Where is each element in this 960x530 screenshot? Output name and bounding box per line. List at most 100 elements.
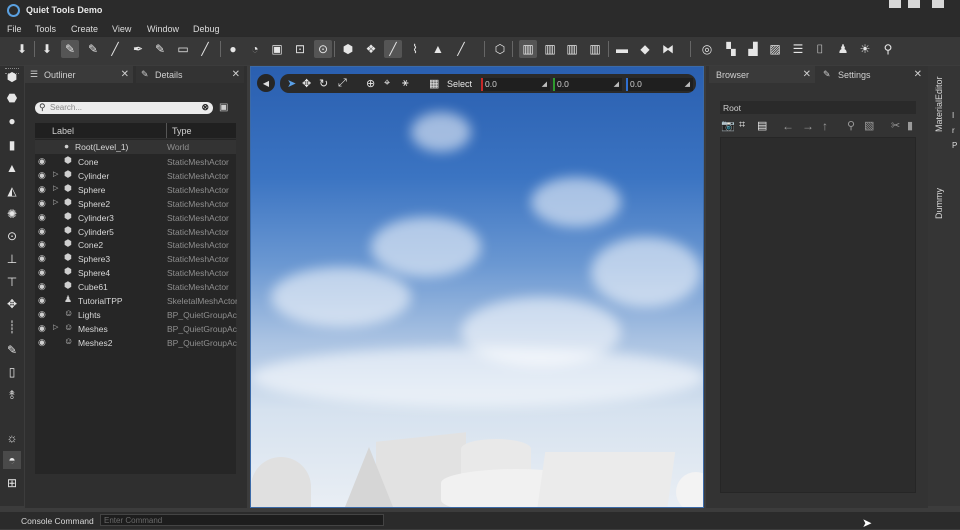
- minimize-button[interactable]: [889, 0, 901, 8]
- zoom-icon[interactable]: ⚲: [879, 40, 897, 58]
- up-arrow-icon[interactable]: ↑: [822, 119, 828, 133]
- move-tool-icon[interactable]: ⊡: [291, 40, 309, 58]
- cylinder-icon[interactable]: ⬣: [3, 89, 21, 107]
- visibility-eye-icon[interactable]: ◉: [38, 156, 46, 167]
- pen-icon[interactable]: ✒: [129, 40, 147, 58]
- list-icon[interactable]: ☰: [789, 40, 807, 58]
- mesh-tool-icon[interactable]: ⊙: [314, 40, 332, 58]
- back-arrow-icon[interactable]: ←: [782, 119, 794, 133]
- outliner-root-row[interactable]: ● Root(Level_1) World: [35, 140, 236, 154]
- visibility-eye-icon[interactable]: ◉: [38, 239, 46, 250]
- select-box-icon[interactable]: ▣: [268, 40, 286, 58]
- tab-material-editor[interactable]: MaterialEditor: [934, 76, 944, 132]
- visibility-eye-icon[interactable]: ◉: [38, 337, 46, 348]
- stepper-icon[interactable]: ◢: [614, 78, 619, 91]
- visibility-eye-icon[interactable]: ◉: [38, 323, 46, 334]
- marker-icon[interactable]: ✎: [151, 40, 169, 58]
- visibility-eye-icon[interactable]: ◉: [38, 226, 46, 237]
- outliner-row[interactable]: ◉ ▷ ⬢ Cylinder StaticMeshActor: [35, 169, 236, 183]
- tab-settings[interactable]: ✎ Settings ✕: [818, 66, 926, 83]
- coord-y-field[interactable]: 0.0 ◢: [553, 78, 622, 91]
- menu-file[interactable]: File: [7, 24, 22, 34]
- expand-arrow-icon[interactable]: ▷: [53, 170, 58, 178]
- visibility-eye-icon[interactable]: ◉: [38, 295, 46, 306]
- align-center-icon[interactable]: ▥: [541, 40, 559, 58]
- outliner-row[interactable]: ◉ ▷ ⬢ Sphere2 StaticMeshActor: [35, 197, 236, 211]
- outliner-row[interactable]: ◉ ⬢ Sphere3 StaticMeshActor: [35, 252, 236, 266]
- folder-add-icon[interactable]: ▣: [219, 102, 231, 114]
- crop-icon[interactable]: ⌗: [739, 119, 745, 132]
- eraser-icon[interactable]: ▭: [174, 40, 192, 58]
- clear-search-icon[interactable]: ⊗: [201, 102, 209, 113]
- fill-icon[interactable]: ▲: [429, 40, 447, 58]
- candle-icon[interactable]: ⥉: [3, 386, 21, 404]
- align-right-icon[interactable]: ▥: [563, 40, 581, 58]
- visibility-eye-icon[interactable]: ◉: [38, 212, 46, 223]
- close-icon[interactable]: ✕: [914, 69, 922, 80]
- select-mode-label[interactable]: Select: [447, 79, 472, 89]
- edit-icon[interactable]: ▧: [864, 119, 874, 132]
- pyramid-icon[interactable]: ◭: [3, 182, 21, 200]
- visibility-eye-icon[interactable]: ◉: [38, 281, 46, 292]
- visibility-eye-icon[interactable]: ◉: [38, 170, 46, 181]
- paint-icon[interactable]: ✎: [84, 40, 102, 58]
- visibility-eye-icon[interactable]: ◉: [38, 267, 46, 278]
- outliner-row[interactable]: ◉ ▷ ☺ Meshes BP_QuietGroupActor: [35, 322, 237, 336]
- lantern-icon[interactable]: ▯: [3, 363, 21, 381]
- delete-icon[interactable]: ▮: [907, 119, 913, 132]
- search-input[interactable]: ⚲ Search... ⊗: [35, 102, 213, 114]
- frame-icon[interactable]: ▨: [766, 40, 784, 58]
- brush-icon[interactable]: ✎: [61, 40, 79, 58]
- light-icon[interactable]: ☀: [856, 40, 874, 58]
- grid-icon[interactable]: ▦: [429, 77, 439, 90]
- browser-content[interactable]: [720, 137, 916, 493]
- save-icon[interactable]: ▤: [757, 119, 767, 132]
- grid-icon[interactable]: ▚: [722, 40, 740, 58]
- stepper-icon[interactable]: ◢: [542, 78, 547, 91]
- move-icon[interactable]: ✥: [302, 77, 311, 90]
- scale-icon[interactable]: ⤢: [338, 77, 347, 90]
- menu-tools[interactable]: Tools: [35, 24, 56, 34]
- mirror-icon[interactable]: ⧓: [659, 40, 677, 58]
- tab-browser[interactable]: Browser ✕: [709, 66, 815, 83]
- tab-dummy[interactable]: Dummy: [934, 188, 944, 219]
- dome-icon[interactable]: ◓: [3, 451, 21, 469]
- snap-icon[interactable]: ◆: [636, 40, 654, 58]
- smooth-icon[interactable]: ╱: [384, 40, 402, 58]
- figure-icon[interactable]: ♟: [834, 40, 852, 58]
- outliner-row[interactable]: ◉ ⬢ Sphere4 StaticMeshActor: [35, 266, 236, 280]
- spawn-icon[interactable]: ⬇: [13, 40, 31, 58]
- outliner-row[interactable]: ◉ ▷ ⬢ Sphere StaticMeshActor: [35, 183, 236, 197]
- expand-arrow-icon[interactable]: ▷: [53, 198, 58, 206]
- column-label[interactable]: Label: [52, 126, 74, 136]
- rotate-tool-icon[interactable]: ◔: [246, 40, 264, 58]
- pivot-icon[interactable]: ⚹: [402, 77, 409, 90]
- align-distribute-icon[interactable]: ▥: [586, 40, 604, 58]
- outliner-row[interactable]: ◉ ⬢ Cylinder3 StaticMeshActor: [35, 211, 236, 225]
- point-light-icon[interactable]: ✥: [3, 295, 21, 313]
- outliner-row[interactable]: ◉ ☺ Meshes2 BP_QuietGroupActor: [35, 336, 237, 350]
- cone-icon[interactable]: ▲: [3, 159, 21, 177]
- torch-icon[interactable]: ┊: [3, 318, 21, 336]
- scale-icon[interactable]: ▟: [744, 40, 762, 58]
- stepper-icon[interactable]: ◢: [685, 78, 690, 91]
- zoom-icon[interactable]: ⚲: [847, 119, 855, 132]
- settings-gear-icon[interactable]: ☼: [3, 429, 21, 447]
- visibility-eye-icon[interactable]: ◉: [38, 309, 46, 320]
- bulb-icon[interactable]: ⊙: [3, 227, 21, 245]
- camera-icon[interactable]: 📷: [721, 119, 735, 132]
- layers-icon[interactable]: ⬡: [491, 40, 509, 58]
- expand-arrow-icon[interactable]: ▷: [53, 184, 58, 192]
- lamp-icon[interactable]: ⊤: [3, 273, 21, 291]
- menu-create[interactable]: Create: [71, 24, 98, 34]
- close-icon[interactable]: ✕: [803, 69, 811, 80]
- forward-arrow-icon[interactable]: →: [802, 119, 814, 133]
- pencil-icon[interactable]: ╱: [106, 40, 124, 58]
- outliner-row[interactable]: ◉ ⬢ Cube61 StaticMeshActor: [35, 280, 236, 294]
- select-arrow-icon[interactable]: ➤: [287, 77, 296, 90]
- capsule-icon[interactable]: ▮: [3, 136, 21, 154]
- column-divider[interactable]: [166, 123, 167, 138]
- sculpt-icon[interactable]: ❖: [362, 40, 380, 58]
- align-left-icon[interactable]: ▥: [519, 40, 537, 58]
- paint-bucket-icon[interactable]: ✎: [3, 341, 21, 359]
